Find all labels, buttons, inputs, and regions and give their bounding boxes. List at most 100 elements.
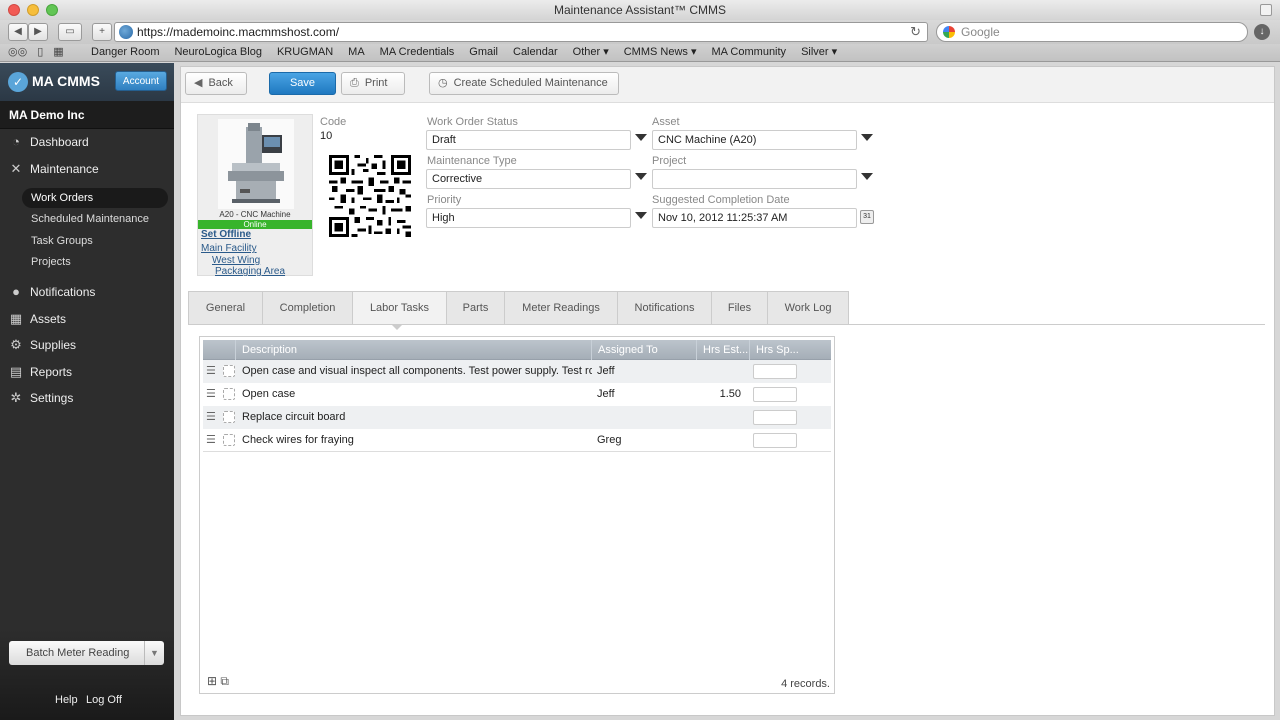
location-west-wing-link[interactable]: West Wing [212, 255, 260, 266]
chevron-down-icon[interactable]: ▼ [144, 641, 164, 665]
drag-handle-icon[interactable]: ☰ [206, 406, 216, 429]
close-window-button[interactable] [8, 4, 20, 16]
nav-notifications[interactable]: ● Notifications [0, 281, 174, 303]
bookmark-item[interactable]: Other ▾ [573, 44, 609, 61]
column-description[interactable]: Description [235, 340, 596, 360]
print-button[interactable]: ⎙ Print [341, 72, 405, 95]
tab-files[interactable]: Files [711, 291, 767, 325]
bookmark-item[interactable]: KRUGMAN [277, 44, 333, 61]
nav-dashboard[interactable]: ◔ Dashboard [0, 131, 174, 153]
priority-select[interactable]: High [426, 208, 631, 228]
new-tab-button[interactable]: + [92, 23, 112, 41]
search-field[interactable]: Google [936, 22, 1248, 42]
nav-work-orders[interactable]: Work Orders [22, 188, 168, 208]
nav-settings[interactable]: ✲ Settings [0, 387, 174, 409]
location-main-facility-link[interactable]: Main Facility [201, 243, 257, 254]
browser-forward-button[interactable]: ▶ [28, 23, 48, 41]
reading-list-icon[interactable]: ◎◎ [8, 44, 27, 61]
tab-work-log[interactable]: Work Log [767, 291, 849, 325]
minimize-window-button[interactable] [27, 4, 39, 16]
hours-spent-input[interactable] [753, 410, 797, 425]
record-count: 4 records. [781, 678, 830, 690]
tab-completion[interactable]: Completion [262, 291, 352, 325]
browser-back-button[interactable]: ◀ [8, 23, 28, 41]
task-checkbox[interactable] [223, 434, 235, 446]
table-row[interactable]: ☰ Replace circuit board [203, 406, 831, 429]
task-checkbox[interactable] [223, 365, 235, 377]
chevron-down-icon[interactable] [861, 134, 873, 141]
zoom-window-button[interactable] [46, 4, 58, 16]
table-row[interactable]: ☰ Open case Jeff 1.50 [203, 383, 831, 406]
bookmark-item[interactable]: CMMS News ▾ [624, 44, 697, 61]
column-hrs-spent[interactable]: Hrs Sp... [749, 340, 831, 360]
chevron-down-icon[interactable] [635, 212, 647, 219]
nav-task-groups[interactable]: Task Groups [22, 231, 168, 251]
nav-scheduled-maintenance[interactable]: Scheduled Maintenance [22, 209, 168, 229]
bookmark-item[interactable]: Danger Room [91, 44, 159, 61]
downloads-icon[interactable]: ↓ [1254, 24, 1270, 40]
help-link[interactable]: Help [55, 694, 78, 706]
project-select[interactable] [652, 169, 857, 189]
show-all-tabs-icon[interactable]: ▭ [58, 23, 82, 41]
bookmarks-icon[interactable]: ▯ [37, 44, 43, 61]
bookmark-item[interactable]: Silver ▾ [801, 44, 837, 61]
url-text: https://mademoinc.macmmshost.com/ [137, 25, 340, 39]
bookmark-item[interactable]: NeuroLogica Blog [174, 44, 261, 61]
nav-reports[interactable]: ▤ Reports [0, 361, 174, 383]
work-order-status-select[interactable]: Draft [426, 130, 631, 150]
add-task-icon[interactable]: ⊞ [207, 674, 217, 688]
bookmark-item[interactable]: MA Community [711, 44, 786, 61]
chevron-down-icon[interactable] [635, 173, 647, 180]
reload-icon[interactable]: ↻ [910, 23, 921, 41]
task-assigned: Jeff [597, 365, 615, 377]
tab-notifications[interactable]: Notifications [617, 291, 711, 325]
location-packaging-area-link[interactable]: Packaging Area [215, 266, 285, 277]
back-label: Back [208, 77, 233, 89]
asset-select[interactable]: CNC Machine (A20) [652, 130, 857, 150]
maintenance-type-select[interactable]: Corrective [426, 169, 631, 189]
tab-meter-readings[interactable]: Meter Readings [504, 291, 617, 325]
tab-parts[interactable]: Parts [446, 291, 504, 325]
nav-supplies[interactable]: ⚙ Supplies [0, 334, 174, 356]
add-task-group-icon[interactable]: ⧉ [220, 674, 229, 688]
task-checkbox[interactable] [223, 411, 235, 423]
save-button[interactable]: Save [269, 72, 336, 95]
bookmark-item[interactable]: MA Credentials [380, 44, 455, 61]
address-bar[interactable]: https://mademoinc.macmmshost.com/ ↻ [114, 22, 928, 42]
task-assigned: Greg [597, 434, 622, 446]
hours-spent-input[interactable] [753, 433, 797, 448]
account-button[interactable]: Account [115, 71, 167, 91]
bookmark-item[interactable]: Calendar [513, 44, 558, 61]
set-offline-link[interactable]: Set Offline [201, 229, 251, 240]
drag-handle-icon[interactable]: ☰ [206, 429, 216, 452]
completion-date-input[interactable]: Nov 10, 2012 11:25:37 AM [652, 208, 857, 228]
tab-general[interactable]: General [188, 291, 262, 325]
chevron-down-icon[interactable] [861, 173, 873, 180]
drag-handle-icon[interactable]: ☰ [206, 383, 216, 406]
column-hrs-est[interactable]: Hrs Est... [696, 340, 749, 360]
bookmark-item[interactable]: Gmail [469, 44, 498, 61]
create-scheduled-maintenance-button[interactable]: ◷ Create Scheduled Maintenance [429, 72, 619, 95]
hours-spent-input[interactable] [753, 387, 797, 402]
tab-labor-tasks[interactable]: Labor Tasks [352, 291, 446, 325]
batch-meter-reading-button[interactable]: Batch Meter Reading ▼ [9, 641, 164, 665]
company-name: MA Demo Inc [0, 101, 174, 129]
column-assigned-to[interactable]: Assigned To [591, 340, 696, 360]
task-checkbox[interactable] [223, 388, 235, 400]
fullscreen-button[interactable] [1260, 4, 1272, 16]
chevron-down-icon[interactable] [635, 134, 647, 141]
calendar-icon[interactable]: 31 [860, 210, 874, 224]
hours-spent-input[interactable] [753, 364, 797, 379]
table-row[interactable]: ☰ Check wires for fraying Greg [203, 429, 831, 452]
nav-assets[interactable]: ▦ Assets [0, 308, 174, 330]
top-sites-icon[interactable]: ▦ [53, 44, 63, 61]
log-off-link[interactable]: Log Off [86, 694, 122, 706]
code-value: 10 [320, 130, 333, 142]
table-row[interactable]: ☰ Open case and visual inspect all compo… [203, 360, 831, 383]
cnc-machine-image[interactable] [218, 119, 294, 209]
back-button[interactable]: ◀ Back [185, 72, 247, 95]
nav-projects[interactable]: Projects [22, 252, 168, 272]
nav-maintenance[interactable]: ✕ Maintenance [0, 158, 174, 180]
drag-handle-icon[interactable]: ☰ [206, 360, 216, 383]
bookmark-item[interactable]: MA [348, 44, 365, 61]
